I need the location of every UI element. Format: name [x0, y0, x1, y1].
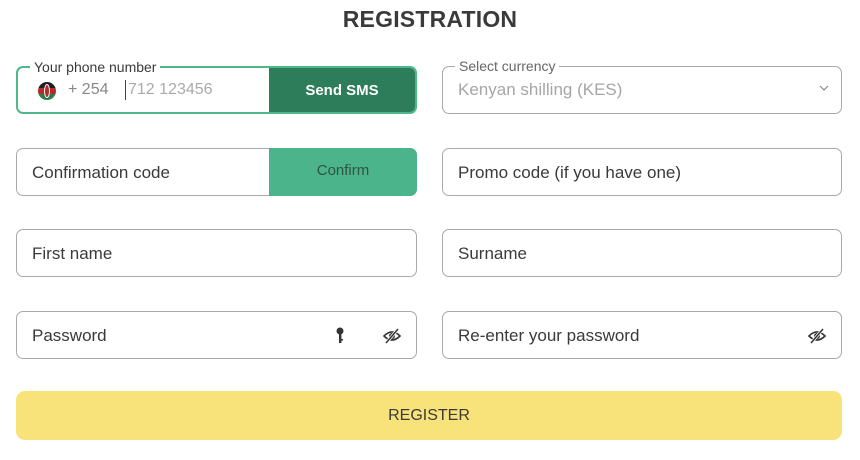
chevron-down-icon[interactable]: [819, 83, 829, 93]
register-button[interactable]: REGISTER: [16, 391, 842, 440]
first-name-field[interactable]: First name: [16, 229, 417, 277]
promo-code-input[interactable]: Promo code (if you have one): [458, 149, 681, 197]
confirmation-code-field[interactable]: Confirmation code Confirm: [16, 148, 417, 196]
first-name-input[interactable]: First name: [32, 230, 112, 278]
page-title: REGISTRATION: [342, 6, 518, 32]
repeat-password-input[interactable]: Re-enter your password: [458, 312, 639, 360]
text-caret: [125, 80, 126, 100]
kenya-flag-icon[interactable]: [38, 82, 56, 100]
surname-input[interactable]: Surname: [458, 230, 527, 278]
password-field[interactable]: Password: [16, 311, 417, 359]
repeat-password-field[interactable]: Re-enter your password: [442, 311, 842, 359]
country-code: + 254: [68, 81, 109, 98]
confirm-button[interactable]: Confirm: [269, 148, 417, 196]
eye-slash-icon[interactable]: [807, 326, 827, 346]
password-input[interactable]: Password: [32, 312, 107, 360]
key-icon[interactable]: [330, 326, 350, 346]
send-sms-button[interactable]: Send SMS: [269, 68, 415, 112]
phone-field[interactable]: Your phone number + 254 712 123456 Send …: [16, 59, 417, 114]
promo-code-field[interactable]: Promo code (if you have one): [442, 148, 842, 196]
phone-input[interactable]: 712 123456: [128, 68, 213, 112]
currency-value: Kenyan shilling (KES): [458, 80, 623, 99]
currency-select[interactable]: Select currency Kenyan shilling (KES): [442, 58, 842, 114]
confirmation-code-input[interactable]: Confirmation code: [32, 149, 170, 197]
eye-slash-icon[interactable]: [382, 326, 402, 346]
surname-field[interactable]: Surname: [442, 229, 842, 277]
